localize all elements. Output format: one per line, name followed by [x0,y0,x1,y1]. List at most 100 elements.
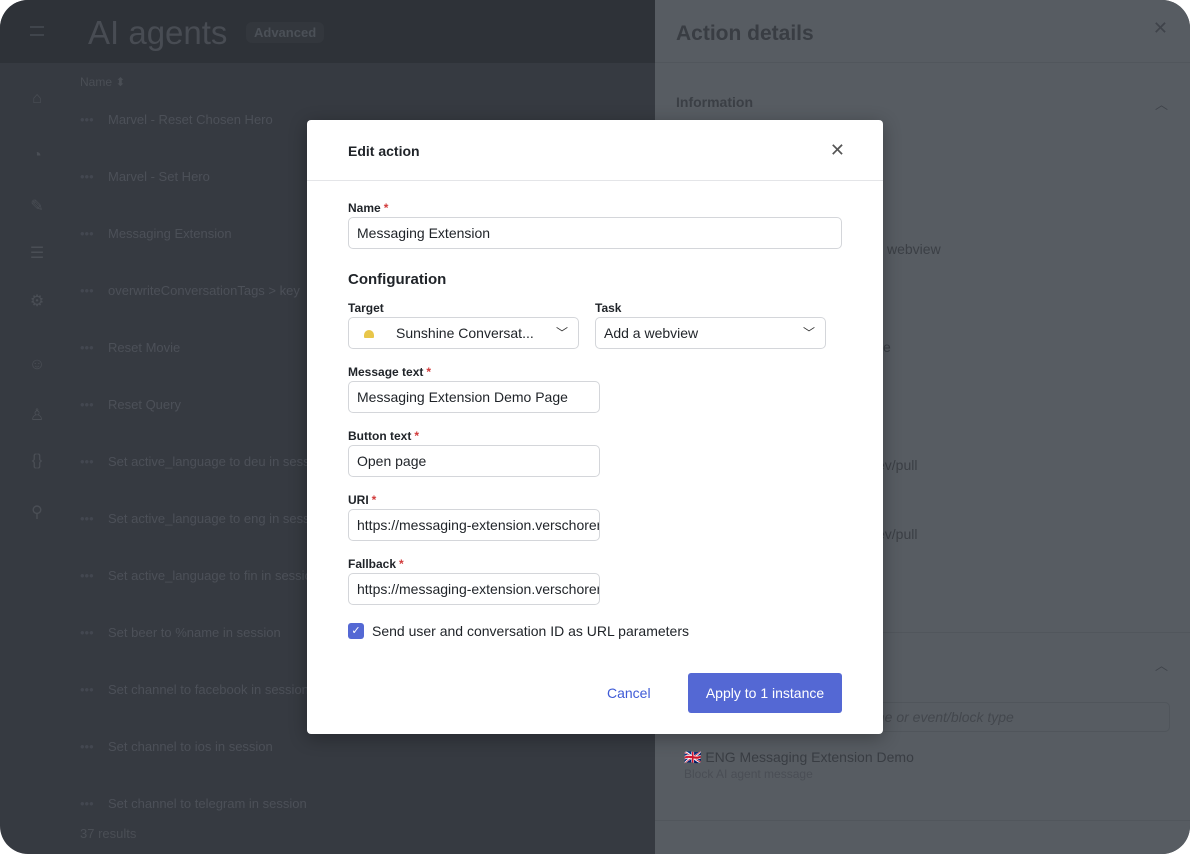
analytics-icon[interactable]: ◔ [28,147,46,165]
chevron-up-icon[interactable]: ︿ [1155,94,1168,113]
list-item[interactable]: ••• overwriteConversationTags > key [80,283,300,303]
task-value: Add a webview [604,325,699,341]
list-item[interactable]: ••• Messaging Extension [80,226,232,246]
detail-fragment: webview [887,241,941,257]
required-marker: * [383,201,389,215]
edit-icon[interactable]: ✎ [28,196,46,215]
close-icon[interactable]: ✕ [830,140,845,161]
required-marker: * [371,493,377,507]
settings-icon[interactable]: ⚙ [28,291,46,310]
information-section[interactable]: Information [676,94,753,110]
code-icon[interactable]: {} [28,452,46,470]
required-marker: * [414,429,419,443]
list-item[interactable]: ••• Reset Movie [80,340,180,360]
menu-icon[interactable] [30,26,44,36]
usage-item[interactable]: 🇬🇧 ENG Messaging Extension Demo [684,749,914,766]
name-column-header[interactable]: Name ⬍ [80,75,125,89]
modal-title: Edit action [348,143,420,159]
usage-item-type: Block AI agent message [684,767,813,781]
label-text: Name [348,201,381,215]
status-icon: ••• [80,568,94,583]
divider [655,62,1190,63]
sunshine-icon [364,330,374,338]
results-count: 37 results [80,826,137,841]
button-text-label: Button text * [348,429,419,443]
edit-action-modal: Edit action ✕ Name * Messaging Extension … [307,120,883,734]
list-item[interactable]: ••• Set channel to facebook in session [80,682,309,702]
status-icon: ••• [80,397,94,412]
status-icon: ••• [80,739,94,754]
list-item-label: Set active_language to eng in session [108,511,327,526]
top-header: AI agents Advanced [0,0,655,63]
conversations-icon[interactable]: ☰ [28,243,46,262]
panel-title: Action details [676,22,814,45]
list-item[interactable]: ••• Set active_language to deu in session [80,454,327,474]
plugin-icon[interactable]: ⚲ [28,502,46,521]
close-icon[interactable]: ✕ [1153,18,1168,39]
label-text: Fallback [348,557,397,571]
list-item-label: Marvel - Set Hero [108,169,210,184]
chevron-up-icon[interactable]: ︿ [1155,655,1168,674]
detail-fragment: ev/pull [877,457,918,473]
bot-icon[interactable]: ☺ [28,356,46,374]
required-marker: * [399,557,404,571]
status-icon: ••• [80,283,94,298]
list-item[interactable]: ••• Set active_language to eng in session [80,511,327,531]
list-item[interactable]: ••• Set active_language to fin in session [80,568,319,588]
status-icon: ••• [80,796,94,811]
list-item-label: Set beer to %name in session [108,625,281,640]
list-item-label: Reset Query [108,397,181,412]
task-select[interactable]: Add a webview ﹀ [595,317,826,349]
name-label: Name * [348,201,388,215]
uri-input[interactable]: https://messaging-extension.verschoren.d… [348,509,600,541]
list-item[interactable]: ••• Marvel - Set Hero [80,169,210,189]
required-marker: * [426,365,432,379]
list-item-label: Reset Movie [108,340,181,355]
list-item[interactable]: ••• Reset Query [80,397,181,417]
chevron-down-icon: ﹀ [802,326,815,340]
detail-fragment: e [883,339,891,355]
button-text-input[interactable]: Open page [348,445,600,477]
home-icon[interactable]: ⌂ [28,90,46,108]
page-title: AI agents [88,14,228,51]
status-icon: ••• [80,169,94,184]
configuration-heading: Configuration [348,271,447,288]
list-item[interactable]: ••• Set channel to ios in session [80,739,273,759]
chevron-down-icon: ﹀ [555,326,568,340]
list-item-label: Set channel to facebook in session [108,682,309,697]
message-text-input[interactable]: Messaging Extension Demo Page [348,381,600,413]
target-value: Sunshine Conversat... [396,325,534,341]
list-item-label: Set channel to ios in session [108,739,273,754]
name-input[interactable]: Messaging Extension [348,217,842,249]
list-item-label: Set active_language to deu in session [108,454,327,469]
label-text: Button text [348,429,412,443]
status-icon: ••• [80,454,94,469]
url-params-label[interactable]: Send user and conversation ID as URL par… [372,623,689,639]
apply-button[interactable]: Apply to 1 instance [688,673,842,713]
modal-header: Edit action ✕ [307,120,883,181]
status-icon: ••• [80,625,94,640]
fallback-input[interactable]: https://messaging-extension.verschoren.d… [348,573,600,605]
message-text-label: Message text * [348,365,431,379]
list-item-label: Messaging Extension [108,226,232,241]
status-icon: ••• [80,682,94,697]
cancel-button[interactable]: Cancel [607,685,651,701]
detail-fragment: ev/pull [877,526,918,542]
task-label: Task [595,301,622,315]
label-text: Message text [348,365,424,379]
target-label: Target [348,301,384,315]
status-icon: ••• [80,112,94,127]
advanced-badge: Advanced [246,22,325,43]
fallback-label: Fallback * [348,557,404,571]
list-item[interactable]: ••• Set beer to %name in session [80,625,281,645]
target-select[interactable]: Sunshine Conversat... ﹀ [348,317,579,349]
list-item-label: Marvel - Reset Chosen Hero [108,112,273,127]
list-item[interactable]: ••• Set channel to telegram in session [80,796,307,816]
list-item-label: Set active_language to fin in session [108,568,320,583]
status-icon: ••• [80,511,94,526]
list-item[interactable]: ••• Marvel - Reset Chosen Hero [80,112,273,132]
status-icon: ••• [80,340,94,355]
url-params-checkbox[interactable]: ✓ [348,623,364,639]
status-icon: ••• [80,226,94,241]
user-icon[interactable]: ♙ [28,405,46,424]
